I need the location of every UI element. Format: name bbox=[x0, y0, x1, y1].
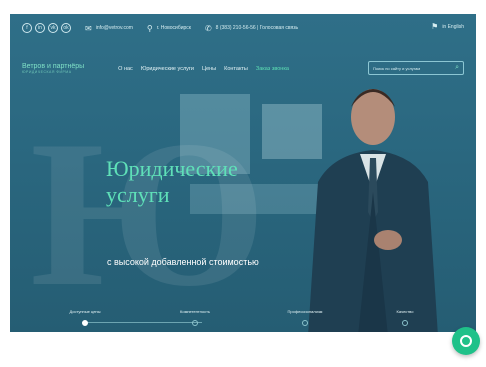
menu-item-prices[interactable]: Цены bbox=[202, 66, 216, 72]
hero-title-line2: услуги bbox=[106, 182, 170, 207]
mail-icon: ✉ bbox=[85, 23, 92, 33]
phone-link[interactable]: ✆ 8 (383) 210-56-56 | Голосовая связь bbox=[205, 24, 298, 33]
lawyer-photo bbox=[308, 89, 438, 332]
linkedin-icon[interactable]: in bbox=[35, 23, 45, 33]
step-dot bbox=[402, 320, 408, 326]
search-placeholder: Поиск по сайту и услугам bbox=[373, 65, 421, 71]
step-dot bbox=[82, 320, 88, 326]
step-quality[interactable]: Качество bbox=[370, 309, 440, 326]
search-input[interactable]: Поиск по сайту и услугам ⌕ bbox=[368, 61, 464, 75]
step-label: Доступные цены bbox=[69, 309, 101, 314]
step-dot bbox=[302, 320, 308, 326]
hero-title: Юридические услуги bbox=[106, 156, 306, 208]
flag-icon: ⚑ bbox=[431, 22, 439, 31]
site-logo[interactable]: Ветров и партнёры ЮРИДИЧЕСКАЯ ФИРМА bbox=[22, 63, 84, 75]
menu-item-services[interactable]: Юридические услуги bbox=[141, 66, 194, 72]
facebook-icon[interactable]: f bbox=[22, 23, 32, 33]
step-professionalism[interactable]: Профессионализм bbox=[270, 309, 340, 326]
hero-section: Ю f in vk ok ✉ info@vetrov.com ⚲ г. Ново… bbox=[10, 14, 476, 332]
menu-item-callback[interactable]: Заказ звонка bbox=[256, 66, 289, 72]
phone-text: 8 (383) 210-56-56 | Голосовая связь bbox=[215, 25, 299, 31]
vk-icon[interactable]: vk bbox=[48, 23, 58, 33]
city-info: ⚲ г. Новосибирск bbox=[147, 24, 191, 33]
watermark-logo: Ю bbox=[30, 98, 266, 330]
menu-item-about[interactable]: О нас bbox=[118, 66, 133, 72]
phone-icon: ✆ bbox=[204, 23, 212, 33]
search-icon[interactable]: ⌕ bbox=[455, 64, 459, 72]
hero-subtitle: с высокой добавленной стоимостью bbox=[107, 257, 259, 267]
brand-tagline: ЮРИДИЧЕСКАЯ ФИРМА bbox=[22, 69, 72, 74]
menu-item-contacts[interactable]: Контакты bbox=[224, 66, 248, 72]
social-links: f in vk ok bbox=[22, 23, 71, 33]
email-text: info@vetrov.com bbox=[95, 25, 133, 31]
hero-title-line1: Юридические bbox=[106, 156, 238, 181]
ok-icon[interactable]: ok bbox=[61, 23, 71, 33]
main-navbar: Ветров и партнёры ЮРИДИЧЕСКАЯ ФИРМА О на… bbox=[10, 54, 476, 84]
email-link[interactable]: ✉ info@vetrov.com bbox=[85, 24, 133, 33]
step-label: Компетентность bbox=[180, 309, 210, 314]
main-menu: О нас Юридические услуги Цены Контакты З… bbox=[118, 66, 289, 72]
slider-steps: Доступные цены Компетентность Профессион… bbox=[50, 309, 440, 332]
step-competence[interactable]: Компетентность bbox=[160, 309, 230, 326]
step-dot bbox=[192, 320, 198, 326]
chat-widget-button[interactable] bbox=[452, 327, 480, 355]
top-bar: f in vk ok ✉ info@vetrov.com ⚲ г. Новоси… bbox=[10, 14, 476, 42]
language-switch[interactable]: ⚑ in English bbox=[431, 22, 464, 31]
language-label: in English bbox=[442, 23, 464, 30]
step-label: Профессионализм bbox=[287, 309, 323, 314]
city-text: г. Новосибирск bbox=[156, 25, 191, 31]
step-label: Качество bbox=[396, 309, 414, 314]
location-pin-icon: ⚲ bbox=[146, 23, 153, 33]
chat-icon bbox=[460, 335, 472, 347]
step-prices[interactable]: Доступные цены bbox=[50, 309, 120, 326]
